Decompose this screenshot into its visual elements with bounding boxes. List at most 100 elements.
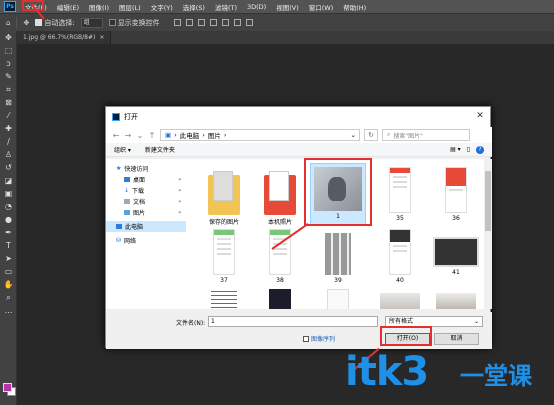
move-tool-icon[interactable]: ✥ bbox=[0, 31, 17, 44]
file-item[interactable]: 36 bbox=[428, 167, 484, 222]
nav-documents[interactable]: 文档 ✦ bbox=[106, 196, 186, 207]
file-name: 37 bbox=[220, 277, 228, 284]
align-bottom-icon[interactable] bbox=[233, 19, 241, 26]
organize-button[interactable]: 组织 ▾ bbox=[114, 145, 131, 154]
chevron-right-icon: › bbox=[223, 131, 227, 139]
more-tools-icon[interactable]: … bbox=[0, 304, 17, 317]
file-item[interactable] bbox=[196, 289, 252, 309]
hand-tool-icon[interactable]: ✋ bbox=[0, 278, 17, 291]
nav-downloads[interactable]: ↓ 下载 ✦ bbox=[106, 185, 186, 196]
file-item[interactable]: 本机照片 bbox=[252, 167, 308, 226]
pictures-icon bbox=[124, 210, 130, 215]
menu-help[interactable]: 帮助(H) bbox=[338, 2, 371, 12]
show-transform-checkbox[interactable]: 显示变换控件 bbox=[108, 18, 160, 28]
menu-filter[interactable]: 滤镜(T) bbox=[210, 2, 242, 12]
chevron-down-icon: ⌄ bbox=[473, 318, 479, 325]
frame-tool-icon[interactable]: ⊠ bbox=[0, 96, 17, 109]
view-options-icon[interactable]: ▤ ▾ bbox=[450, 146, 461, 153]
nav-this-pc[interactable]: 此电脑 bbox=[106, 221, 186, 232]
brush-tool-icon[interactable]: ∕ bbox=[0, 135, 17, 148]
recent-locations-icon[interactable]: ⌄ bbox=[136, 131, 144, 140]
menu-layer[interactable]: 图层(L) bbox=[114, 2, 146, 12]
watermark-logo: itk3 bbox=[345, 349, 429, 395]
file-item[interactable]: 37 bbox=[196, 229, 252, 284]
align-center-icon[interactable] bbox=[185, 19, 193, 26]
auto-select-checkbox[interactable]: 自动选择: bbox=[35, 18, 75, 28]
path-select-icon[interactable]: ➤ bbox=[0, 252, 17, 265]
image-sequence-checkbox[interactable]: 图像序列 bbox=[303, 334, 335, 343]
crop-tool-icon[interactable]: ⌗ bbox=[0, 83, 17, 96]
home-icon[interactable]: ⌂ bbox=[6, 19, 10, 27]
foreground-color-swatch[interactable] bbox=[3, 383, 12, 392]
menu-type[interactable]: 文字(Y) bbox=[146, 2, 178, 12]
marquee-tool-icon[interactable]: ⬚ bbox=[0, 44, 17, 57]
document-tab[interactable]: 1.jpg @ 66.7%(RGB/8#) × bbox=[17, 31, 112, 44]
file-item[interactable] bbox=[372, 293, 428, 309]
shape-tool-icon[interactable]: ▭ bbox=[0, 265, 17, 278]
preview-pane-icon[interactable]: ▯ bbox=[467, 146, 470, 153]
auto-select-dropdown[interactable]: 组 bbox=[80, 17, 103, 28]
nav-label: 此电脑 bbox=[125, 224, 144, 231]
align-left-icon[interactable] bbox=[173, 19, 181, 26]
menu-edit[interactable]: 编辑(E) bbox=[52, 2, 84, 12]
close-icon[interactable]: × bbox=[99, 34, 104, 41]
menu-view[interactable]: 视图(V) bbox=[271, 2, 304, 12]
file-item[interactable] bbox=[428, 293, 484, 309]
menu-3d[interactable]: 3D(D) bbox=[242, 3, 271, 11]
nav-network[interactable]: ⛁ 网络 bbox=[106, 235, 186, 246]
nav-label: 图片 bbox=[133, 210, 146, 217]
breadcrumb-this-pc[interactable]: 此电脑 bbox=[180, 130, 200, 140]
menu-window[interactable]: 窗口(W) bbox=[304, 2, 339, 12]
file-item[interactable] bbox=[252, 289, 308, 309]
nav-quick-access[interactable]: ★ 快速访问 bbox=[106, 163, 186, 174]
address-bar[interactable]: ▣ › 此电脑 › 图片 › ⌄ bbox=[160, 129, 360, 141]
stamp-tool-icon[interactable]: ♙ bbox=[0, 148, 17, 161]
history-brush-icon[interactable]: ↺ bbox=[0, 161, 17, 174]
search-input[interactable]: ⌕ 搜索"图片" bbox=[382, 129, 470, 141]
chevron-down-icon[interactable]: ⌄ bbox=[351, 131, 356, 139]
file-item[interactable]: 40 bbox=[372, 229, 428, 284]
new-folder-button[interactable]: 新建文件夹 bbox=[145, 145, 175, 154]
healing-tool-icon[interactable]: ✚ bbox=[0, 122, 17, 135]
scrollbar-thumb[interactable] bbox=[485, 171, 491, 231]
type-tool-icon[interactable]: T bbox=[0, 239, 17, 252]
blur-tool-icon[interactable]: ◔ bbox=[0, 200, 17, 213]
filename-input[interactable]: 1 bbox=[208, 316, 378, 327]
pen-tool-icon[interactable]: ✒ bbox=[0, 226, 17, 239]
quick-select-tool-icon[interactable]: ✎ bbox=[0, 70, 17, 83]
eyedropper-tool-icon[interactable]: ⁄ bbox=[0, 109, 17, 122]
zoom-tool-icon[interactable]: ⌕ bbox=[0, 291, 17, 304]
file-item[interactable]: 35 bbox=[372, 167, 428, 222]
file-item[interactable]: 保存的图片 bbox=[196, 167, 252, 226]
dodge-tool-icon[interactable]: ● bbox=[0, 213, 17, 226]
menu-select[interactable]: 选择(S) bbox=[178, 2, 210, 12]
file-item[interactable]: 39 bbox=[310, 233, 366, 284]
cancel-button[interactable]: 取消 bbox=[434, 333, 479, 345]
refresh-icon[interactable]: ↻ bbox=[364, 129, 378, 141]
file-list-scrollbar[interactable] bbox=[484, 159, 492, 309]
image-thumbnail bbox=[213, 229, 235, 275]
file-item[interactable] bbox=[310, 289, 366, 309]
menu-image[interactable]: 图像(I) bbox=[84, 2, 114, 12]
align-middle-icon[interactable] bbox=[221, 19, 229, 26]
file-item[interactable]: 38 bbox=[252, 229, 308, 284]
distribute-icon[interactable] bbox=[245, 19, 253, 26]
file-item[interactable]: 41 bbox=[428, 237, 484, 276]
close-icon[interactable]: ✕ bbox=[474, 110, 486, 122]
download-icon: ↓ bbox=[124, 187, 130, 194]
nav-desktop[interactable]: 桌面 ✦ bbox=[106, 174, 186, 185]
up-arrow-icon[interactable]: ↑ bbox=[148, 131, 156, 140]
breadcrumb-pictures[interactable]: 图片 bbox=[208, 130, 221, 140]
forward-arrow-icon[interactable]: → bbox=[124, 131, 132, 140]
align-top-icon[interactable] bbox=[209, 19, 217, 26]
gradient-tool-icon[interactable]: ▣ bbox=[0, 187, 17, 200]
nav-pictures[interactable]: 图片 ✦ bbox=[106, 207, 186, 218]
move-tool-icon[interactable]: ✥ bbox=[23, 19, 29, 27]
align-right-icon[interactable] bbox=[197, 19, 205, 26]
image-thumbnail bbox=[269, 289, 291, 309]
eraser-tool-icon[interactable]: ◪ bbox=[0, 174, 17, 187]
back-arrow-icon[interactable]: ← bbox=[112, 131, 120, 140]
help-icon[interactable]: ? bbox=[476, 145, 484, 154]
lasso-tool-icon[interactable]: ↄ bbox=[0, 57, 17, 70]
image-thumbnail bbox=[211, 289, 237, 309]
